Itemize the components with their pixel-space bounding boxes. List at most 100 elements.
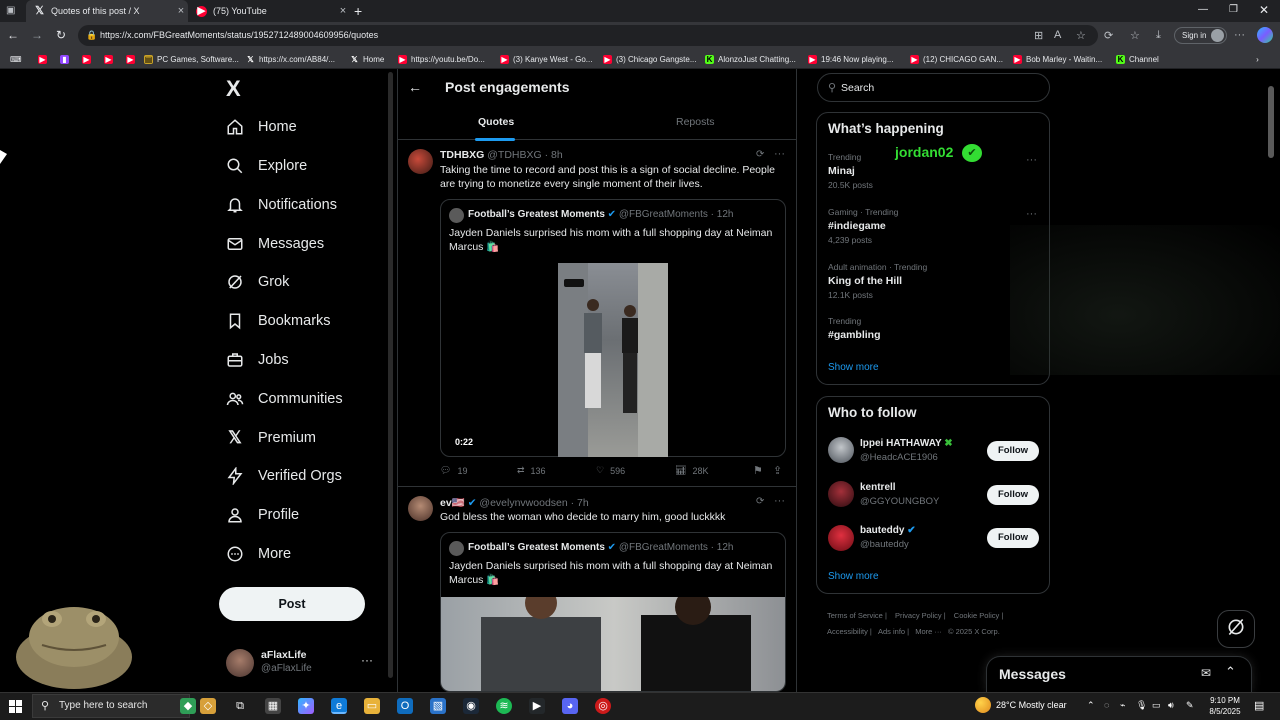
collections-icon[interactable]: ☆	[1130, 29, 1140, 42]
messages-drawer[interactable]: Messages ✉ ⌃	[986, 656, 1252, 692]
main-scrollbar[interactable]	[388, 72, 393, 678]
avatar[interactable]	[828, 481, 854, 507]
new-tab-button[interactable]: +	[354, 3, 362, 19]
forward-button[interactable]: →	[30, 28, 44, 42]
like-button[interactable]: ♡ 596	[596, 465, 625, 476]
tab-quotes[interactable]: 𝕏 Quotes of this post / X ×	[26, 0, 188, 22]
avatar[interactable]	[828, 437, 854, 463]
bookmark-twitch-icon[interactable]: ▮	[60, 52, 73, 66]
video-thumbnail[interactable]	[558, 263, 668, 457]
sidebar-item-profile[interactable]: Profile	[226, 497, 299, 533]
bookmark-item[interactable]: K Channel	[1116, 52, 1159, 66]
discord-icon[interactable]: ◕	[562, 698, 578, 714]
avatar[interactable]	[828, 525, 854, 551]
share-icon[interactable]: ⇪	[773, 464, 782, 477]
tab-reposts[interactable]: Reposts	[676, 116, 715, 128]
grok-floating-button[interactable]	[1217, 610, 1255, 648]
sidebar-item-explore[interactable]: Explore	[226, 148, 307, 184]
reader-icon[interactable]: ⊞	[1034, 29, 1043, 42]
back-button[interactable]: ←	[6, 28, 20, 42]
volume-icon[interactable]: 🔊︎	[1168, 700, 1174, 711]
bookmark-item[interactable]: ▤ PC Games, Software...	[144, 52, 239, 66]
tray-app-icon[interactable]: ◌	[1104, 700, 1109, 710]
views-button[interactable]: 📊︎ 28K	[675, 465, 708, 476]
widgets-icon[interactable]: ◆	[180, 698, 196, 714]
sidebar-item-bookmarks[interactable]: Bookmarks	[226, 303, 331, 339]
bookmark-apps-icon[interactable]: ⌨	[10, 52, 23, 66]
bookmark-item[interactable]: ▶ (3) Chicago Gangste...	[603, 52, 696, 66]
sidebar-item-messages[interactable]: Messages	[226, 226, 324, 262]
post-time[interactable]: · 8h	[545, 149, 563, 161]
footer-link[interactable]: Terms of Service	[827, 611, 883, 620]
author-handle[interactable]: @TDHBXG	[487, 149, 541, 161]
minimize-button[interactable]: —	[1198, 4, 1208, 15]
bookmark-item[interactable]: K AlonzoJust Chatting...	[705, 52, 796, 66]
extensions-icon[interactable]: ⟳	[1104, 29, 1113, 42]
file-explorer-icon[interactable]: ▭	[364, 698, 380, 714]
trend-item[interactable]: Trending #gambling	[828, 316, 881, 341]
tab-quotes[interactable]: Quotes	[478, 116, 514, 128]
author-handle[interactable]: @evelynvwoodsen	[479, 497, 567, 509]
more-dots-icon[interactable]: ···	[1026, 154, 1037, 166]
clock[interactable]: 9:10 PM 8/5/2025	[1206, 695, 1244, 717]
repost-button[interactable]: ⇄ 136	[517, 465, 546, 476]
weather-icon[interactable]	[975, 697, 991, 713]
sidebar-item-grok[interactable]: Grok	[226, 264, 289, 300]
show-more-trends-link[interactable]: Show more	[828, 362, 879, 373]
widgets-icon[interactable]: ◇	[200, 698, 216, 714]
sidebar-item-communities[interactable]: Communities	[226, 381, 343, 417]
sidebar-item-premium[interactable]: 𝕏 Premium	[226, 420, 316, 456]
sidebar-item-home[interactable]: Home	[226, 109, 297, 145]
post-time[interactable]: · 7h	[571, 497, 589, 509]
follow-button[interactable]: Follow	[987, 528, 1039, 548]
quoted-post[interactable]: Football’s Greatest Moments ✔ @FBGreatMo…	[440, 532, 786, 692]
tab-youtube[interactable]: ▶ (75) YouTube ×	[188, 0, 350, 22]
trend-item[interactable]: Gaming · Trending #indiegame 4,239 posts	[828, 207, 898, 245]
pen-icon[interactable]: ✎	[1186, 700, 1194, 711]
follow-name[interactable]: kentrell	[860, 482, 896, 493]
reply-button[interactable]: 💬︎ 19	[440, 465, 467, 476]
grok-icon[interactable]: ⟳	[756, 149, 764, 160]
bookmark-yt-icon[interactable]: ▶	[104, 52, 117, 66]
store-icon[interactable]: ▦	[265, 698, 281, 714]
more-dots-icon[interactable]: ···	[1026, 208, 1037, 220]
footer-link[interactable]: Privacy Policy	[895, 611, 942, 620]
windows-start-icon[interactable]	[9, 700, 22, 713]
copilot-icon[interactable]	[1257, 27, 1273, 43]
trend-item[interactable]: Trending Minaj 20.5K posts	[828, 152, 873, 190]
copilot-icon[interactable]: ✦	[298, 698, 314, 714]
author-name[interactable]: ev🇺🇸	[440, 497, 465, 509]
maximize-button[interactable]: ❐	[1229, 4, 1238, 15]
bookmark-item[interactable]: ▶ (3) Kanye West - Go...	[500, 52, 592, 66]
taskbar-search-input[interactable]: ⚲ Type here to search	[32, 694, 190, 718]
task-view-icon[interactable]: ⧉	[232, 698, 248, 714]
video-thumbnail[interactable]	[441, 587, 785, 691]
more-dots-icon[interactable]: ···	[774, 495, 785, 507]
obs-icon[interactable]: ◎	[595, 698, 611, 714]
outlook-icon[interactable]: O	[397, 698, 413, 714]
more-dots-icon[interactable]: ···	[774, 148, 785, 160]
x-logo-icon[interactable]: X	[226, 76, 241, 102]
display-icon[interactable]: ▭	[1152, 700, 1161, 711]
close-tab-icon[interactable]: ×	[336, 5, 350, 17]
search-input[interactable]: ⚲ Search	[817, 73, 1050, 102]
sidebar-item-notifications[interactable]: Notifications	[226, 187, 337, 223]
bookmark-item[interactable]: ▶ https://youtu.be/Do...	[398, 52, 485, 66]
bookmark-item[interactable]: ▶ (12) CHICAGO GAN...	[910, 52, 1003, 66]
bookmark-yt-icon[interactable]: ▶	[126, 52, 139, 66]
bookmark-item[interactable]: ▶ Bob Marley - Waitin...	[1013, 52, 1102, 66]
quoted-post[interactable]: Football’s Greatest Moments ✔ @FBGreatMo…	[440, 199, 786, 457]
avatar[interactable]	[408, 496, 433, 521]
footer-link[interactable]: Accessibility	[827, 627, 868, 636]
microphone-icon[interactable]: 🎙︎	[1136, 700, 1147, 711]
post-button[interactable]: Post	[219, 587, 365, 621]
weather-text[interactable]: 28°C Mostly clear	[996, 700, 1067, 710]
follow-button[interactable]: Follow	[987, 441, 1039, 461]
bookmark-item[interactable]: 𝕏 Home	[350, 52, 384, 66]
footer-link[interactable]: Cookie Policy	[954, 611, 999, 620]
expand-icon[interactable]: ⌃	[1225, 664, 1236, 680]
author-name[interactable]: TDHBXG	[440, 149, 484, 161]
bookmark-item[interactable]: 𝕏https://x.com/AB84/...	[246, 52, 335, 66]
tab-actions-icon[interactable]: ▣	[6, 5, 18, 17]
notifications-icon[interactable]: ▤	[1254, 699, 1264, 712]
